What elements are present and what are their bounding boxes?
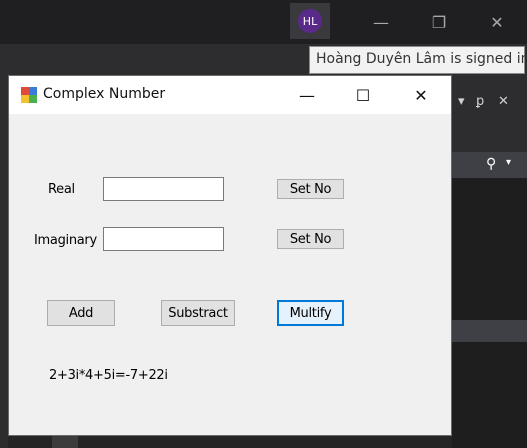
ide-left-strip <box>0 44 8 448</box>
ide-tree-area <box>452 178 527 448</box>
panel-close-icon[interactable]: ✕ <box>498 94 509 109</box>
close-icon[interactable]: ✕ <box>398 80 444 110</box>
complex-number-window: Complex Number — ☐ ✕ Real Set No Imagina… <box>8 75 452 436</box>
imaginary-input[interactable] <box>103 227 224 251</box>
result-label: 2+3i*4+5i=-7+22i <box>49 368 168 383</box>
window-title: Complex Number <box>43 86 166 102</box>
avatar-initials: HL <box>298 9 322 33</box>
set-imaginary-button[interactable]: Set No <box>277 229 344 249</box>
window-titlebar[interactable]: Complex Number — ☐ ✕ <box>9 76 451 114</box>
chevron-down-icon[interactable]: ▾ <box>506 157 511 168</box>
multiply-button[interactable]: Multify <box>277 300 344 326</box>
minimize-icon[interactable]: — <box>284 80 330 110</box>
ide-search-box[interactable]: ⚲ ▾ <box>452 152 527 178</box>
form-client-area: Real Set No Imaginary Set No Add Substra… <box>9 114 451 435</box>
real-input[interactable] <box>103 177 224 201</box>
subtract-button[interactable]: Substract <box>161 300 235 326</box>
search-icon[interactable]: ⚲ <box>486 156 496 172</box>
ide-bottom-tab <box>52 436 78 448</box>
add-button[interactable]: Add <box>47 300 115 326</box>
pin-icon[interactable]: ꝑ <box>476 94 484 109</box>
ide-restore-icon[interactable]: ❐ <box>424 8 454 36</box>
maximize-icon[interactable]: ☐ <box>340 80 386 110</box>
ide-minimize-icon[interactable]: — <box>366 8 396 36</box>
ide-panel-header: ▾ ꝑ ✕ <box>452 92 527 114</box>
imaginary-label: Imaginary <box>34 233 97 248</box>
app-icon <box>21 87 37 103</box>
set-real-button[interactable]: Set No <box>277 179 344 199</box>
ide-close-icon[interactable]: ✕ <box>482 8 512 36</box>
ide-selected-row[interactable] <box>452 320 527 342</box>
dropdown-arrow-icon[interactable]: ▾ <box>458 94 465 109</box>
signed-in-tooltip: Hoàng Duyên Lâm is signed in <box>309 46 527 74</box>
real-label: Real <box>48 182 75 197</box>
account-avatar[interactable]: HL <box>290 3 330 39</box>
